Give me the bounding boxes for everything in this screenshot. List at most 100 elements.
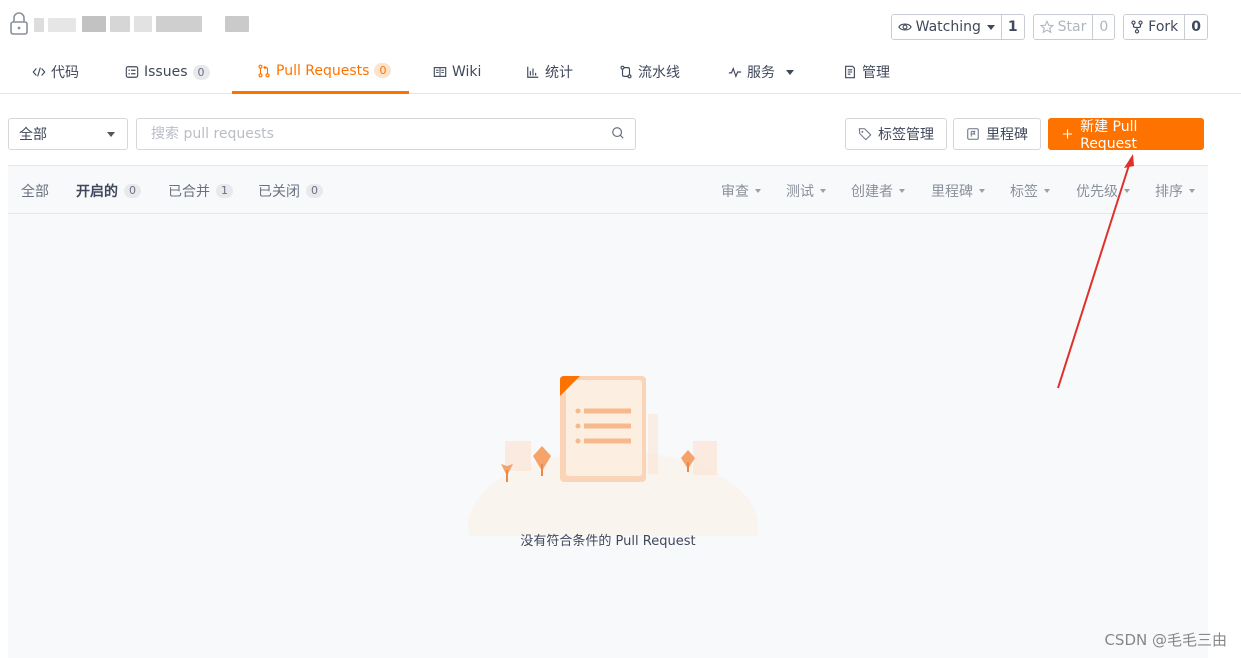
tab-label: Wiki (452, 64, 482, 80)
watermark: CSDN @毛毛三由 (1104, 631, 1227, 649)
repo-header: Watching 1 Star 0 Fork 0 (0, 0, 1241, 50)
tab-label: 服务 (747, 65, 775, 81)
filter-label: 审查 (721, 184, 749, 200)
fork-button[interactable]: Fork (1124, 15, 1185, 39)
star-button[interactable]: Star (1033, 15, 1093, 39)
watch-count[interactable]: 1 (1000, 15, 1024, 39)
state-tab-label: 已关闭 (258, 184, 300, 200)
star-button-group[interactable]: Star 0 (1032, 14, 1116, 40)
filter-test[interactable]: 测试 (786, 181, 826, 201)
tab-issues[interactable]: Issues 0 (125, 50, 210, 94)
chevron-down-icon (1124, 189, 1130, 193)
chevron-down-icon (899, 189, 905, 193)
filter-label: 排序 (1155, 184, 1183, 200)
filter-priority[interactable]: 优先级 (1076, 181, 1130, 201)
filter-review[interactable]: 审查 (721, 181, 761, 201)
chevron-down-icon (107, 132, 115, 137)
tab-label: Issues (144, 64, 188, 80)
repo-name-redacted[interactable] (34, 14, 264, 34)
chevron-down-icon (986, 24, 995, 30)
chart-icon (527, 66, 539, 78)
filter-author[interactable]: 创建者 (851, 181, 905, 201)
state-tab-open[interactable]: 开启的 0 (76, 181, 141, 201)
pipeline-icon (620, 65, 632, 79)
state-tab-label: 全部 (21, 184, 49, 200)
lock-icon (10, 12, 28, 35)
search-input[interactable] (151, 119, 591, 149)
tab-label: 代码 (51, 65, 79, 81)
filter-milestone[interactable]: 里程碑 (931, 181, 985, 201)
state-filter-bar: 全部 开启的 0 已合并 1 已关闭 0 审查 测试 创建者 里程碑 标签 优先… (8, 166, 1208, 214)
wiki-icon (433, 67, 447, 77)
fork-icon (1131, 20, 1143, 34)
repo-tabs: 代码 Issues 0 Pull Requests 0 Wiki 统计 流水线 … (0, 50, 1241, 94)
chevron-down-icon (755, 189, 761, 193)
tag-icon (858, 128, 872, 141)
pull-request-icon (258, 64, 270, 77)
tab-code[interactable]: 代码 (32, 50, 79, 94)
tab-stats[interactable]: 统计 (526, 50, 573, 94)
repo-actions: Watching 1 Star 0 Fork 0 (890, 14, 1208, 40)
scope-filter-value: 全部 (19, 127, 47, 143)
open-count-badge: 0 (124, 184, 141, 198)
star-label: Star (1057, 19, 1087, 35)
filter-label[interactable]: 标签 (1010, 181, 1050, 201)
tab-label: Pull Requests (276, 62, 370, 79)
new-pull-request-label: 新建 Pull Request (1080, 119, 1138, 152)
issues-icon (125, 66, 139, 78)
milestones-button[interactable]: 里程碑 (953, 118, 1041, 150)
state-tab-all[interactable]: 全部 (21, 181, 49, 201)
manage-labels-button[interactable]: 标签管理 (845, 118, 947, 150)
tab-pull-requests[interactable]: Pull Requests 0 (232, 50, 409, 94)
tab-services[interactable]: 服务 (728, 50, 794, 94)
manage-icon (845, 65, 855, 79)
search-box (136, 118, 636, 150)
closed-count-badge: 0 (306, 184, 323, 198)
milestone-icon (967, 128, 979, 140)
watch-button[interactable]: Watching (891, 15, 1001, 39)
tab-pipeline[interactable]: 流水线 (619, 50, 680, 94)
pr-toolbar: 全部 标签管理 里程碑 新建 Pull Request (0, 95, 1241, 165)
tab-wiki[interactable]: Wiki (433, 50, 481, 94)
chevron-down-icon (979, 189, 985, 193)
filter-label: 优先级 (1076, 184, 1118, 200)
merged-count-badge: 1 (216, 184, 233, 198)
state-tab-closed[interactable]: 已关闭 0 (258, 181, 323, 201)
pulse-icon (728, 66, 742, 79)
state-tab-merged[interactable]: 已合并 1 (168, 181, 233, 201)
chevron-down-icon (1044, 189, 1050, 193)
filter-label: 里程碑 (931, 184, 973, 200)
tab-label: 统计 (545, 65, 573, 81)
filter-label: 创建者 (851, 184, 893, 200)
tab-label: 管理 (862, 65, 890, 81)
code-icon (32, 67, 46, 77)
search-icon[interactable] (611, 126, 625, 140)
chevron-down-icon (820, 189, 826, 193)
tab-label: 流水线 (638, 65, 680, 81)
issues-count-badge: 0 (192, 64, 210, 80)
scope-filter-select[interactable]: 全部 (8, 118, 128, 150)
star-icon (1039, 20, 1054, 34)
watch-label: Watching (915, 19, 981, 35)
tab-manage[interactable]: 管理 (843, 50, 890, 94)
chevron-down-icon (1189, 189, 1195, 193)
empty-state-message: 没有符合条件的 Pull Request (520, 534, 696, 549)
fork-button-group[interactable]: Fork 0 (1123, 14, 1208, 40)
empty-state-illustration (468, 376, 758, 536)
eye-icon (897, 23, 912, 31)
pull-request-list-panel: 全部 开启的 0 已合并 1 已关闭 0 审查 测试 创建者 里程碑 标签 优先… (8, 165, 1208, 658)
filter-label-text: 标签 (1010, 184, 1038, 200)
manage-labels-label: 标签管理 (878, 127, 934, 143)
watch-button-group[interactable]: Watching 1 (890, 14, 1025, 40)
chevron-down-icon (786, 69, 794, 75)
filter-label: 测试 (786, 184, 814, 200)
fork-count[interactable]: 0 (1184, 15, 1207, 39)
state-tab-label: 已合并 (168, 184, 210, 200)
state-tab-label: 开启的 (76, 184, 118, 200)
sort-dropdown[interactable]: 排序 (1155, 181, 1195, 201)
pull-requests-count-badge: 0 (374, 63, 392, 78)
plus-icon (1063, 129, 1073, 139)
star-count[interactable]: 0 (1092, 15, 1115, 39)
new-pull-request-button[interactable]: 新建 Pull Request (1048, 118, 1204, 152)
milestones-label: 里程碑 (986, 127, 1028, 143)
